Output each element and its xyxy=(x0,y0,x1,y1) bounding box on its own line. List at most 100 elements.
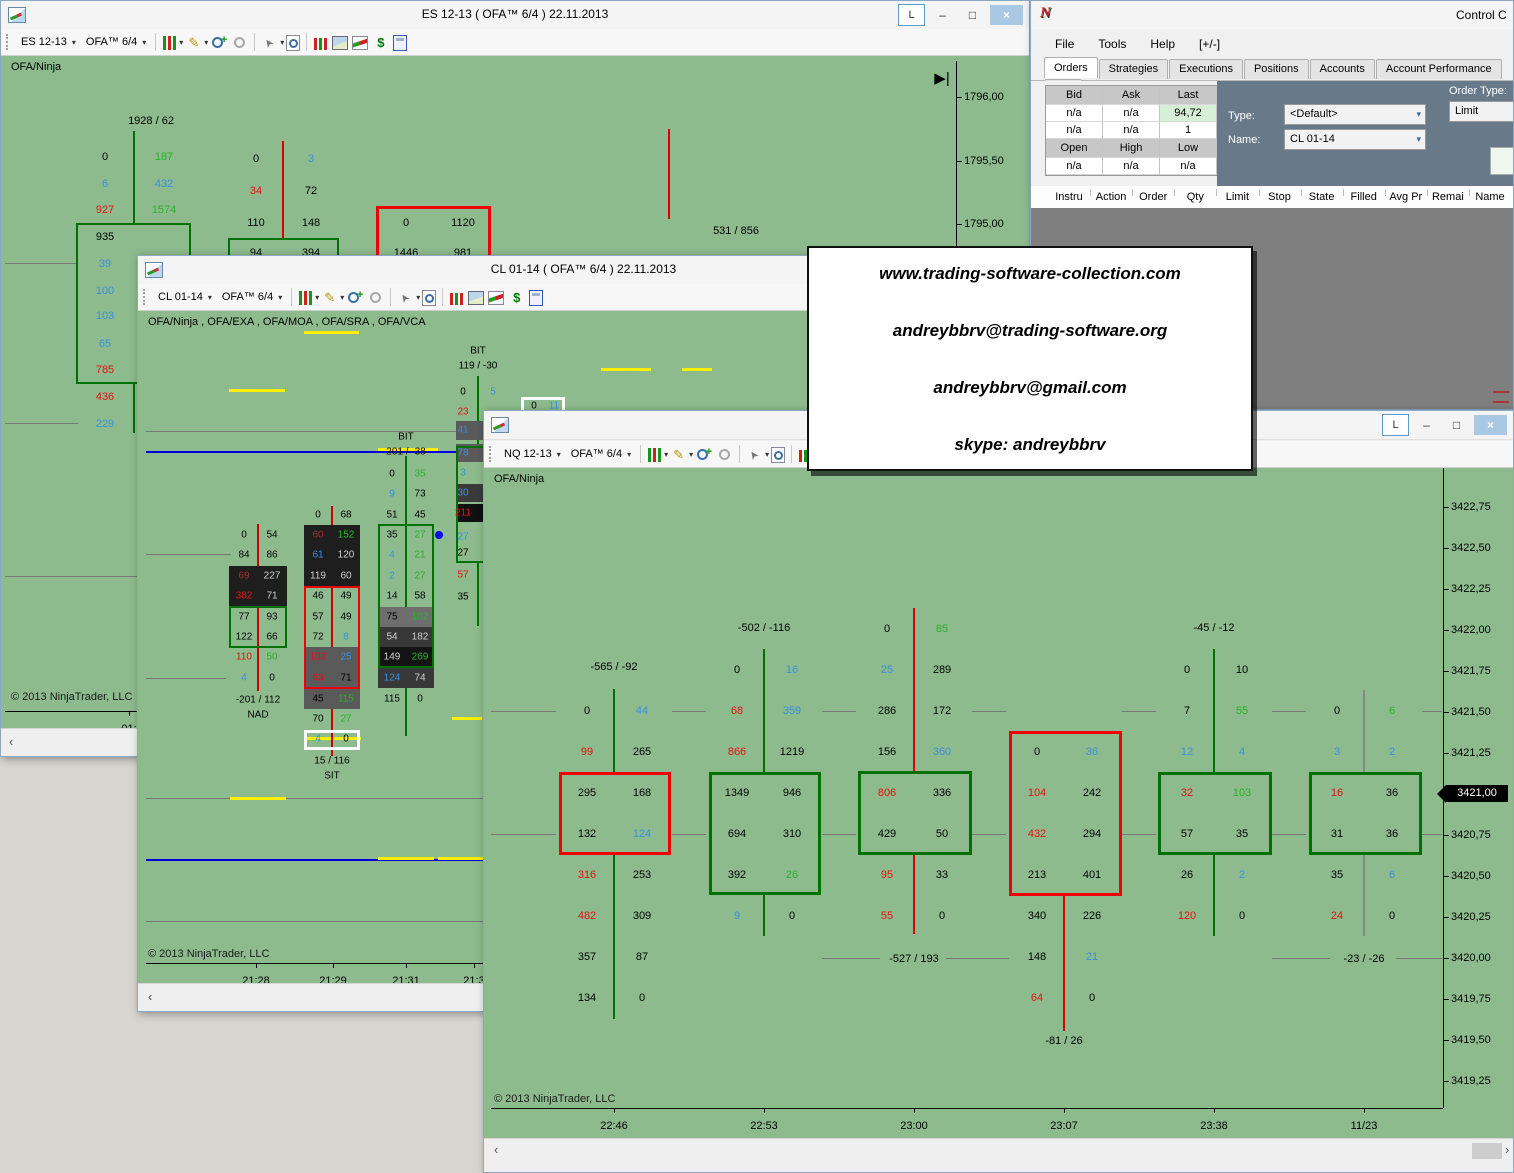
cluster-value: 104 xyxy=(1028,787,1046,799)
cluster-line xyxy=(282,141,284,238)
cluster-value: 229 xyxy=(96,418,114,430)
atm-type-select[interactable]: <Default>▾ xyxy=(1284,104,1426,125)
cluster-value: 55 xyxy=(881,910,893,922)
grid-column-name[interactable]: Name xyxy=(1475,191,1504,203)
cluster-value: 120 xyxy=(338,550,355,561)
grid-column-limit[interactable]: Limit xyxy=(1226,191,1249,203)
time-tick xyxy=(256,963,257,968)
atm-name-select[interactable]: CL 01-14▾ xyxy=(1284,129,1426,150)
resize-grip-icon[interactable] xyxy=(1493,391,1509,403)
cluster-value: 0 xyxy=(1034,746,1040,758)
cluster-value: 35 xyxy=(1331,869,1343,881)
tab-account-performance[interactable]: Account Performance xyxy=(1376,59,1502,79)
price-field[interactable] xyxy=(1490,147,1514,175)
price-tag-arrow-icon xyxy=(1437,785,1446,803)
desktop: ES 12-13 ( OFA™ 6/4 ) 22.11.2013 L – □ ×… xyxy=(0,0,1514,1173)
grid-column-remai[interactable]: Remai xyxy=(1432,191,1464,203)
market-value: n/a xyxy=(1160,158,1217,175)
scroll-left-icon[interactable]: ‹ xyxy=(9,734,13,749)
cluster-value: 132 xyxy=(310,652,327,663)
chart-line xyxy=(1422,711,1442,712)
price-tick xyxy=(1443,1040,1449,1041)
menu-file[interactable]: File xyxy=(1055,37,1074,51)
cluster-line xyxy=(613,689,615,772)
tab-orders[interactable]: Orders xyxy=(1044,57,1098,78)
grid-column-instru[interactable]: Instru xyxy=(1055,191,1083,203)
cluster-value: 432 xyxy=(155,178,173,190)
chart-line xyxy=(1122,711,1156,712)
grid-column-stop[interactable]: Stop xyxy=(1268,191,1291,203)
price-tick xyxy=(1443,999,1449,1000)
chart-line xyxy=(1122,834,1156,835)
cluster-value: 226 xyxy=(1083,910,1101,922)
cluster-value: 694 xyxy=(728,828,746,840)
cluster-value: 156 xyxy=(878,746,896,758)
cluster-value: 2 xyxy=(389,571,395,582)
cluster-value: 0 xyxy=(389,469,395,480)
copyright-label: © 2013 NinjaTrader, LLC xyxy=(11,691,132,703)
cluster-value: 401 xyxy=(1083,869,1101,881)
grid-column-order[interactable]: Order xyxy=(1139,191,1167,203)
cluster-value: 148 xyxy=(302,217,320,229)
banner-line: andreybbrv@gmail.com xyxy=(815,378,1245,398)
tab-accounts[interactable]: Accounts xyxy=(1310,59,1375,79)
cluster-value: 269 xyxy=(412,652,429,663)
price-tick xyxy=(1443,630,1449,631)
tab-executions[interactable]: Executions xyxy=(1169,59,1243,79)
chart-line xyxy=(822,958,880,959)
cluster-value: 85 xyxy=(936,623,948,635)
cluster-value: 168 xyxy=(633,787,651,799)
horizontal-scrollbar[interactable]: ‹ › xyxy=(484,1138,1513,1162)
nq-chart-canvas[interactable]: 0449926529516813212431625348230935787134… xyxy=(484,411,1513,1172)
menu-help[interactable]: Help xyxy=(1150,37,1175,51)
titlebar[interactable]: N Control C xyxy=(1031,1,1513,30)
cluster-value: 24 xyxy=(1331,910,1343,922)
price-tick xyxy=(1443,1081,1449,1082)
grid-column-avg-pr[interactable]: Avg Pr xyxy=(1389,191,1422,203)
price-tick xyxy=(956,97,962,98)
cluster-value: 87 xyxy=(636,951,648,963)
grid-column-action[interactable]: Action xyxy=(1096,191,1127,203)
window-nq-chart: L – □ × NQ 12-13▾ OFA™ 6/4▾ ▾✎▾➤▾$ OFA/N… xyxy=(483,410,1514,1173)
cluster-box xyxy=(1309,772,1422,855)
scrollbar-thumb[interactable] xyxy=(1472,1143,1502,1159)
cluster-value: 65 xyxy=(99,338,111,350)
cluster-value: 0 xyxy=(253,153,259,165)
cluster-value: 785 xyxy=(96,364,114,376)
chart-line xyxy=(230,797,286,800)
cluster-value: 60 xyxy=(340,571,351,582)
cluster-value: 124 xyxy=(384,673,401,684)
cluster-value: 57 xyxy=(312,612,323,623)
cluster-value: 935 xyxy=(96,231,114,243)
cluster-line xyxy=(477,563,479,626)
cluster-value: 86 xyxy=(266,550,277,561)
price-tick xyxy=(1443,712,1449,713)
cluster-value: 289 xyxy=(933,664,951,676)
grid-column-filled[interactable]: Filled xyxy=(1351,191,1377,203)
cluster-value: 27 xyxy=(414,530,425,541)
scroll-left-icon[interactable]: ‹ xyxy=(148,989,152,1004)
cluster-value: 211 xyxy=(455,508,471,519)
banner-line: skype: andreybbrv xyxy=(815,435,1245,455)
scroll-right-icon[interactable]: › xyxy=(1505,1142,1509,1157)
price-tick xyxy=(956,224,962,225)
cluster-header: BIT xyxy=(398,432,414,443)
scroll-left-icon[interactable]: ‹ xyxy=(494,1142,498,1157)
grid-column-state[interactable]: State xyxy=(1309,191,1335,203)
cluster-value: 26 xyxy=(786,869,798,881)
cluster-value: 0 xyxy=(1334,705,1340,717)
grid-column-qty[interactable]: Qty xyxy=(1187,191,1204,203)
order-type-select[interactable]: Limit xyxy=(1449,101,1514,122)
cluster-value: 55 xyxy=(1236,705,1248,717)
cluster-line xyxy=(1363,855,1365,936)
tab-strategies[interactable]: Strategies xyxy=(1099,59,1169,79)
menu-[interactable]: [+/-] xyxy=(1199,37,1220,51)
menu-tools[interactable]: Tools xyxy=(1098,37,1126,51)
tab-positions[interactable]: Positions xyxy=(1244,59,1309,79)
cluster-header: -502 / -116 xyxy=(738,622,790,634)
market-data-grid: BidAskLastn/an/a94,72n/an/a1OpenHighLown… xyxy=(1045,85,1218,176)
order-type-label: Order Type: xyxy=(1449,85,1507,97)
cluster-value: 57 xyxy=(457,570,468,581)
cluster-line xyxy=(133,384,135,433)
cluster-footer: -23 / -26 xyxy=(1344,953,1385,965)
